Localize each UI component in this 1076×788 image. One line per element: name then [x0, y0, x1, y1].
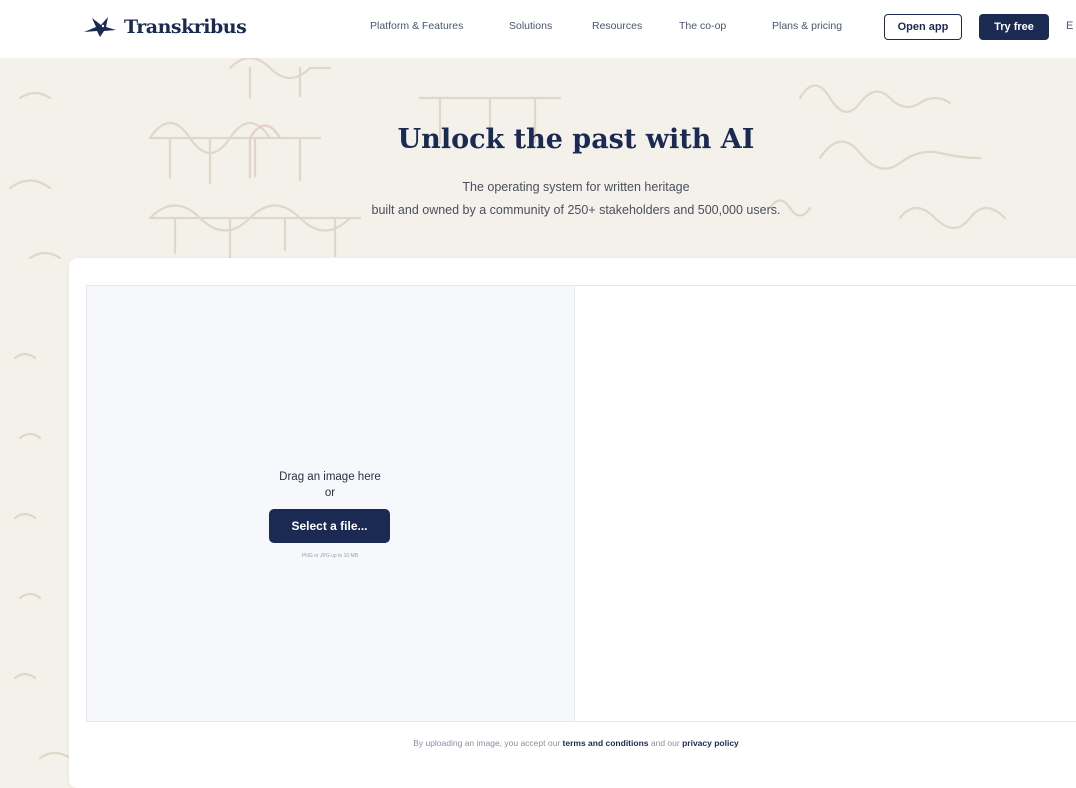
file-type-hint: PNG or JPG up to 10 MB [301, 553, 359, 559]
legal-prefix: By uploading an image, you accept our [413, 738, 561, 748]
transcription-result-pane [575, 285, 1076, 722]
privacy-policy-link[interactable]: privacy policy [682, 738, 739, 748]
select-file-button[interactable]: Select a file... [269, 509, 390, 543]
language-selector[interactable]: E [1066, 20, 1073, 32]
hero-title: Unlock the past with AI [397, 124, 755, 155]
drag-label: Drag an image here [279, 471, 381, 483]
hero-subtitle-line-1: The operating system for written heritag… [462, 180, 690, 194]
open-app-button[interactable]: Open app [884, 14, 962, 40]
nav-co-op[interactable]: The co-op [679, 20, 726, 32]
nav-plans-pricing[interactable]: Plans & pricing [772, 20, 842, 32]
drop-instructions: Drag an image here or [256, 469, 404, 501]
try-free-button[interactable]: Try free [979, 14, 1049, 40]
nav-platform-features[interactable]: Platform & Features [370, 20, 463, 32]
terms-link[interactable]: terms and conditions [563, 738, 649, 748]
legal-middle: and our [650, 738, 680, 748]
hero-subtitle-line-2: built and owned by a community of 250+ s… [371, 203, 781, 217]
image-drop-zone[interactable] [86, 285, 575, 722]
top-header: Transkribus Platform & Features Solution… [0, 0, 1076, 58]
nav-solutions[interactable]: Solutions [509, 20, 552, 32]
nav-resources[interactable]: Resources [592, 20, 642, 32]
legal-notice: By uploading an image, you accept our te… [0, 738, 1076, 748]
or-label: or [324, 487, 336, 499]
